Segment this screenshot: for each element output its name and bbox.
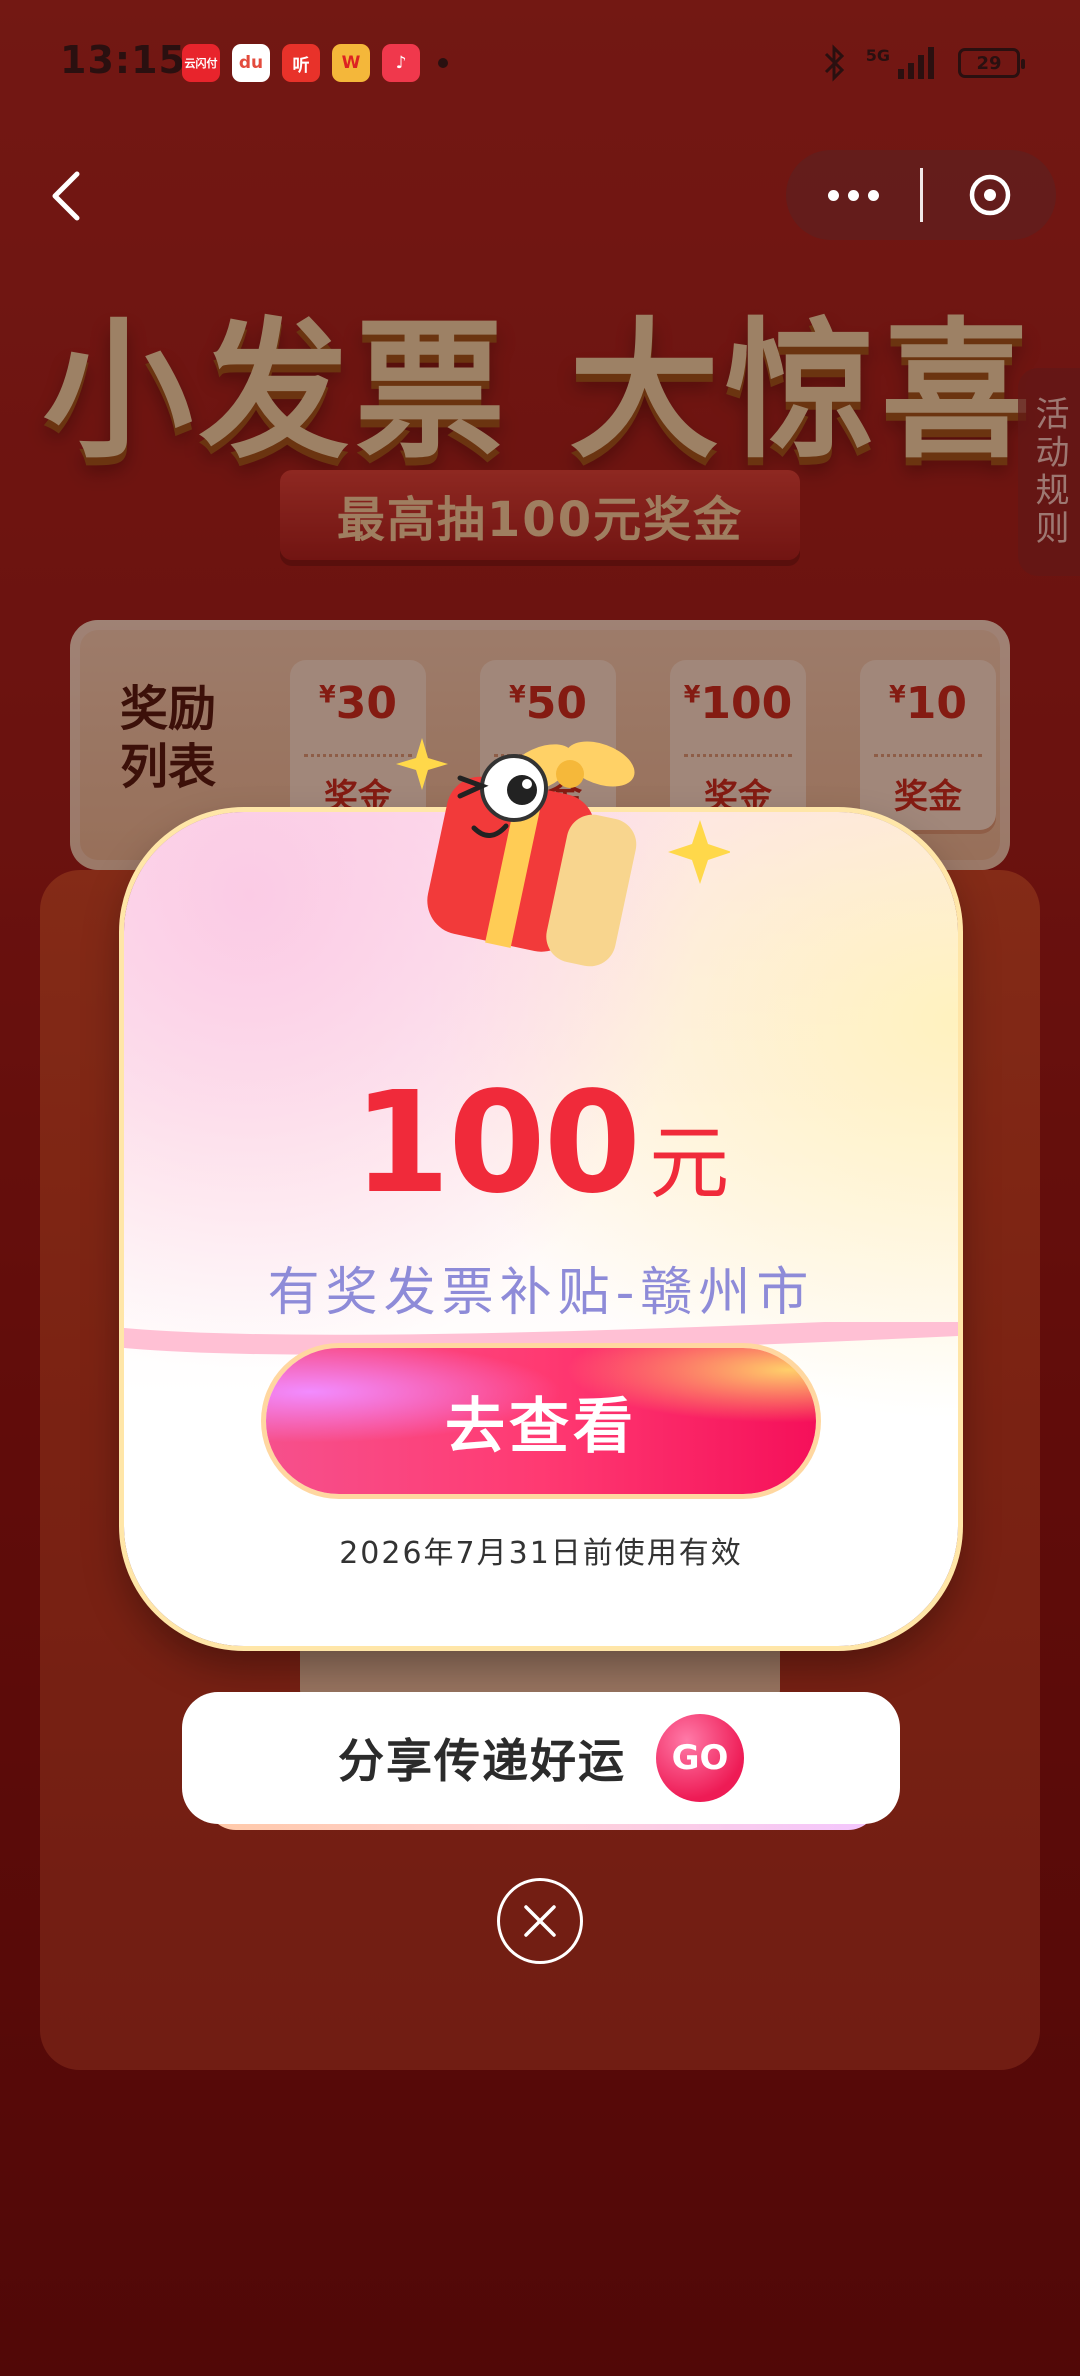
network-type: 5G <box>865 45 890 65</box>
subsidy-title: 有奖发票补贴-赣州市 <box>267 1263 815 1323</box>
status-time: 13:15 <box>60 38 186 82</box>
close-icon <box>524 1905 556 1937</box>
status-indicators: 5G 29 <box>822 44 1025 82</box>
bluetooth-icon <box>824 44 844 82</box>
music-icon: ♪ <box>382 44 420 82</box>
validity-text: 2026年7月31日前使用有效 <box>339 1536 743 1571</box>
prize-amount-value: 100 <box>352 1062 641 1225</box>
share-label: 分享传递好运 <box>338 1734 626 1788</box>
map-icon: du <box>232 44 270 82</box>
prize-amount-unit: 元 <box>649 1117 730 1210</box>
go-button[interactable]: GO <box>656 1714 744 1802</box>
battery-level: 29 <box>976 52 1002 74</box>
more-dots-icon <box>847 189 859 201</box>
mini-program-capsule <box>786 150 1056 240</box>
more-notifications-dot <box>438 58 448 68</box>
status-bar: 13:15 云闪付 du 听 W ♪ 5G 29 <box>0 0 1080 130</box>
close-modal-button[interactable] <box>497 1878 583 1964</box>
battery-icon: 29 <box>958 48 1025 78</box>
ting-icon: 听 <box>282 44 320 82</box>
gift-box-mascot-icon <box>396 738 730 967</box>
signal-icon <box>898 47 934 79</box>
more-button[interactable] <box>786 150 920 240</box>
notification-icons: 云闪付 du 听 W ♪ <box>182 44 448 82</box>
close-mini-program-button[interactable] <box>923 150 1056 240</box>
close-circle-icon <box>969 174 1010 216</box>
app-icon-1: 云闪付 <box>182 44 220 82</box>
view-button[interactable]: 去查看 <box>266 1348 816 1494</box>
more-dots-icon <box>867 189 879 201</box>
back-button[interactable] <box>36 158 96 234</box>
capsule-divider <box>920 168 923 222</box>
more-dots-icon <box>827 189 839 201</box>
weibo-icon: W <box>332 44 370 82</box>
chevron-left-icon <box>52 171 80 221</box>
share-button[interactable]: 分享传递好运 GO <box>182 1692 900 1824</box>
prize-amount: 100 元 <box>124 1062 958 1225</box>
